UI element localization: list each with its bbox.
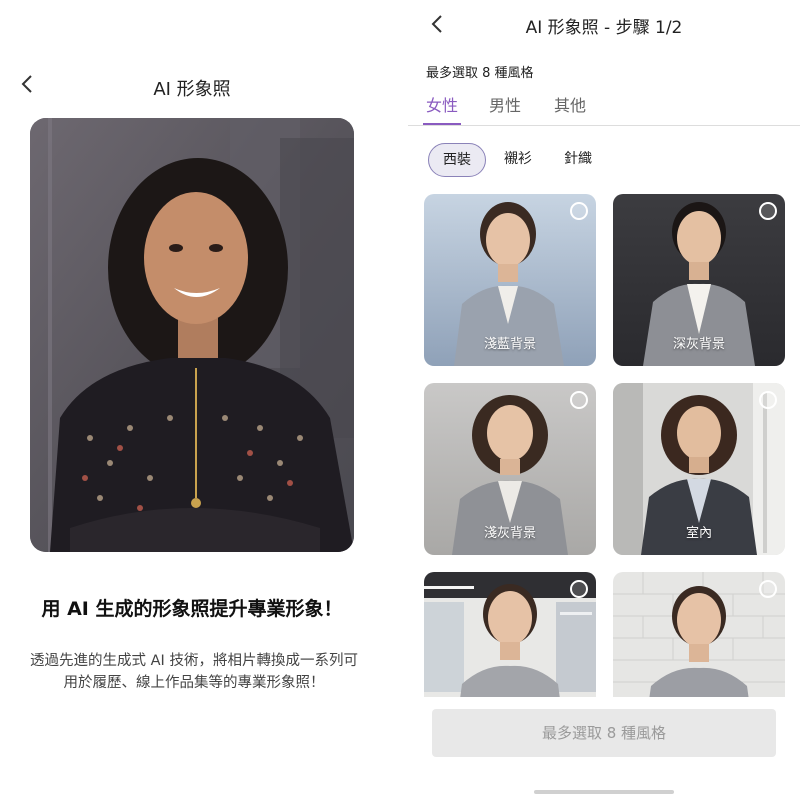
page-title: AI 形象照 xyxy=(153,79,231,100)
style-label: 深灰背景 xyxy=(672,337,725,352)
tab-female[interactable]: 女性 xyxy=(422,92,462,125)
select-radio[interactable] xyxy=(570,202,588,220)
style-label: 室內 xyxy=(685,526,712,541)
style-card[interactable]: 深灰背景 xyxy=(613,194,785,366)
chip-shirt[interactable]: 襯衫 xyxy=(504,143,532,177)
confirm-button[interactable]: 最多選取 8 種風格 xyxy=(432,709,776,757)
style-select-screen: AI 形象照 - 步驟 1/2 最多選取 8 種風格 女性 男性 其他 西裝 襯… xyxy=(408,0,800,800)
tab-male[interactable]: 男性 xyxy=(489,92,521,125)
style-card[interactable] xyxy=(613,572,785,697)
intro-headline: 用 AI 生成的形象照提升專業形象！ xyxy=(41,598,343,620)
style-grid: 淺藍背景 深灰背景 淺灰背景 室內 xyxy=(424,194,786,697)
chip-suit[interactable]: 西裝 xyxy=(428,143,486,177)
hero-portrait-image xyxy=(30,118,354,552)
max-selection-label: 最多選取 8 種風格 xyxy=(426,66,534,81)
style-card[interactable]: 淺灰背景 xyxy=(424,383,596,555)
select-radio[interactable] xyxy=(759,580,777,598)
style-label: 淺灰背景 xyxy=(483,526,536,541)
home-indicator xyxy=(534,790,674,794)
select-radio[interactable] xyxy=(759,391,777,409)
style-card[interactable]: 室內 xyxy=(613,383,785,555)
chip-knit[interactable]: 針織 xyxy=(564,143,592,177)
gender-tabs: 女性 男性 其他 xyxy=(408,92,800,126)
style-card[interactable] xyxy=(424,572,596,697)
intro-description: 透過先進的生成式 AI 技術，將相片轉換成一系列可用於履歷、線上作品集等的專業形… xyxy=(30,653,358,691)
style-label: 淺藍背景 xyxy=(483,337,536,352)
select-radio[interactable] xyxy=(759,202,777,220)
page-title: AI 形象照 - 步驟 1/2 xyxy=(525,18,683,38)
tab-other[interactable]: 其他 xyxy=(554,92,586,125)
intro-screen: AI 形象照 用 AI 生成的形象照提升專業形象！ 透過先進的生成式 AI 技術… xyxy=(0,0,390,800)
select-radio[interactable] xyxy=(570,391,588,409)
select-radio[interactable] xyxy=(570,580,588,598)
style-card[interactable]: 淺藍背景 xyxy=(424,194,596,366)
